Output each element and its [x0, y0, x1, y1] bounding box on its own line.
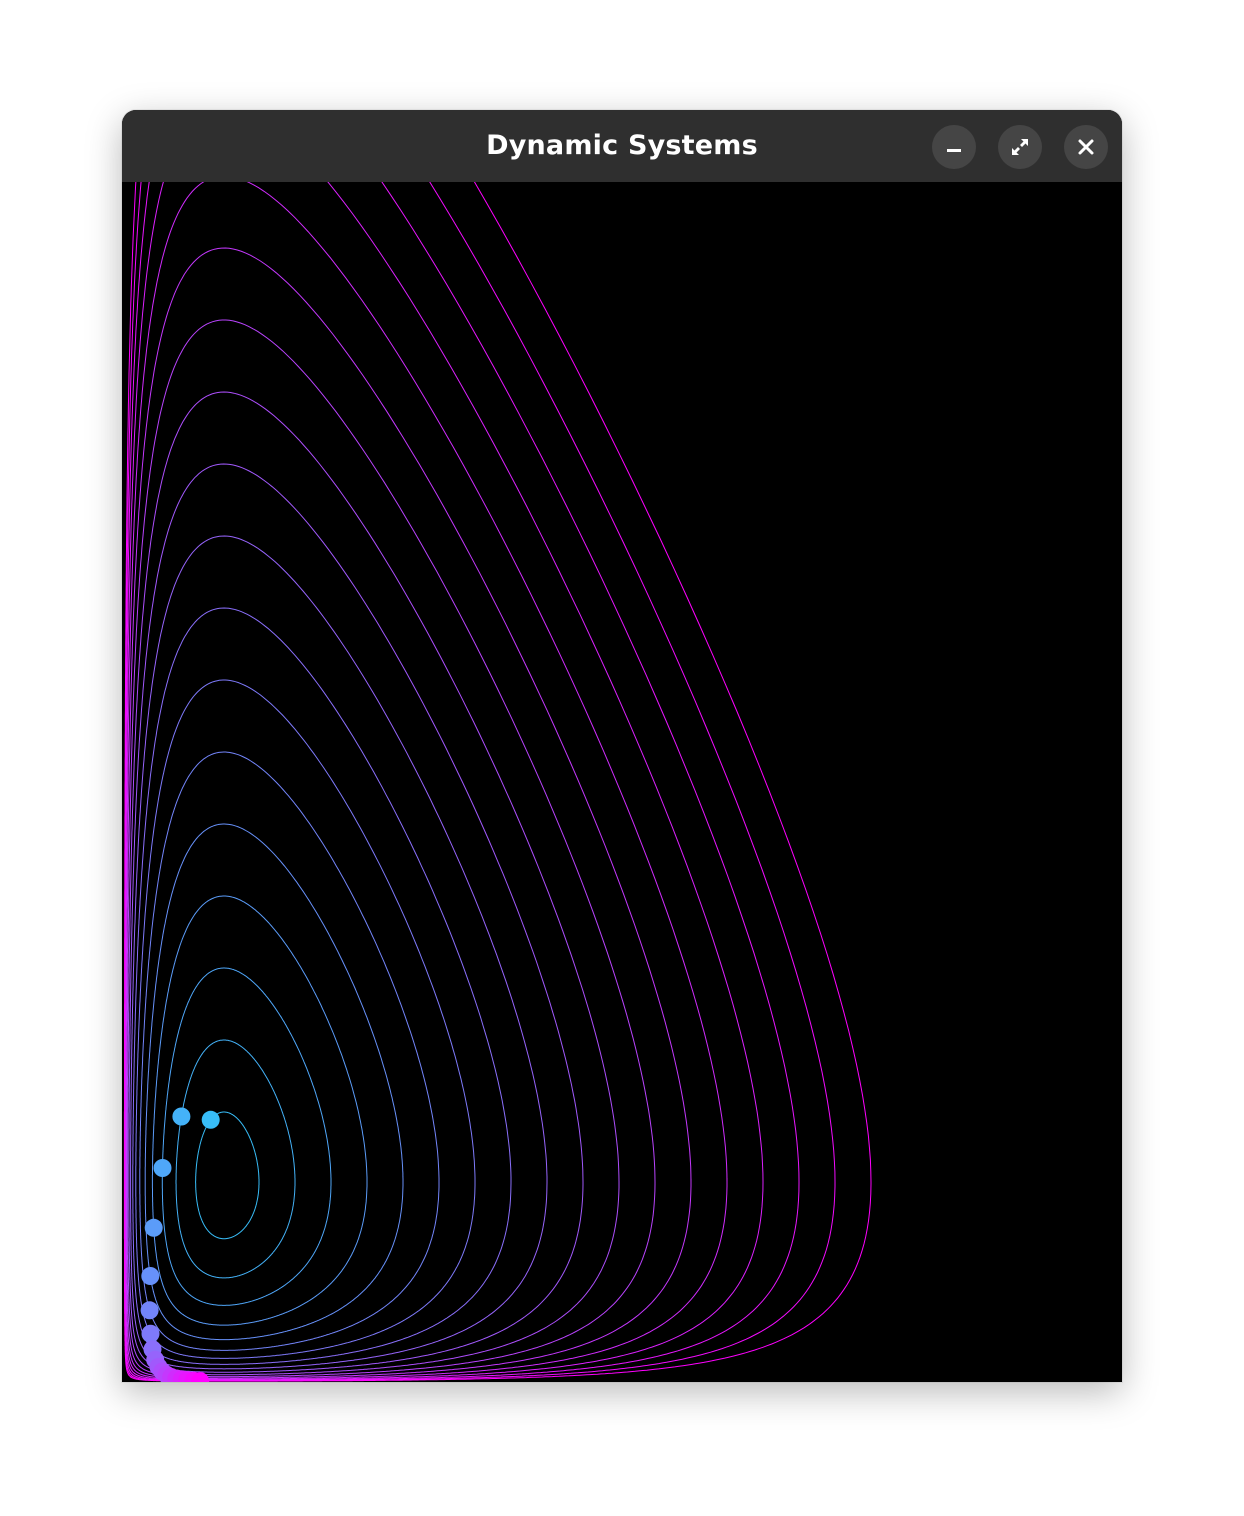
maximize-icon [1012, 139, 1028, 155]
orbit-15 [124, 182, 764, 1381]
orbit-8 [132, 607, 512, 1365]
orbit-marker-7 [141, 1324, 160, 1343]
titlebar[interactable]: Dynamic Systems [122, 110, 1122, 182]
minimize-button[interactable] [932, 125, 976, 169]
orbit-12 [126, 319, 656, 1378]
orbit-5 [144, 823, 404, 1341]
phase-portrait [123, 182, 872, 1382]
close-icon [1078, 139, 1094, 155]
orbit-marker-1 [201, 1110, 220, 1129]
close-button[interactable] [1064, 125, 1108, 169]
orbit-14 [125, 182, 728, 1380]
orbit-marker-3 [153, 1159, 172, 1177]
orbit-2 [175, 1039, 296, 1279]
orbit-1 [195, 1111, 260, 1240]
orbit-marker-5 [141, 1267, 160, 1285]
orbit-3 [161, 967, 332, 1306]
phase-portrait-canvas [122, 182, 1122, 1382]
orbit-marker-6 [140, 1301, 159, 1320]
orbit-11 [127, 391, 620, 1376]
app-window: Dynamic Systems [122, 110, 1122, 1382]
orbit-6 [139, 751, 440, 1351]
orbit-18 [123, 182, 872, 1382]
orbit-13 [125, 247, 692, 1379]
maximize-button[interactable] [998, 125, 1042, 169]
orbit-10 [128, 463, 584, 1373]
orbits-group [123, 182, 872, 1382]
orbit-marker-2 [172, 1107, 191, 1126]
orbit-7 [135, 679, 476, 1359]
minimize-icon [947, 149, 961, 152]
orbit-marker-4 [144, 1218, 163, 1237]
orbit-17 [124, 182, 836, 1382]
